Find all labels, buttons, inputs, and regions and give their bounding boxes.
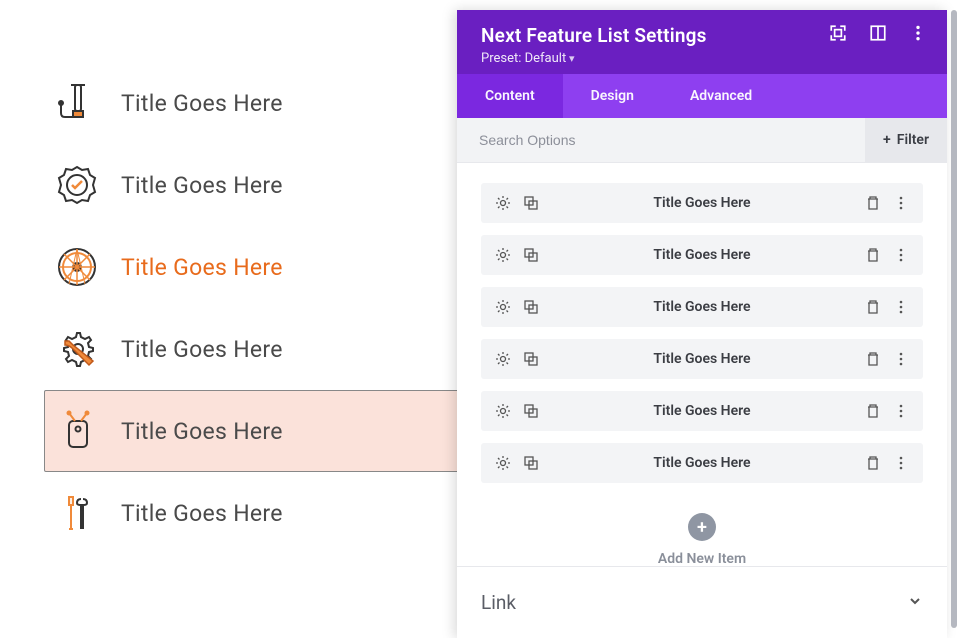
trash-icon[interactable] bbox=[865, 247, 881, 263]
wheel-icon bbox=[55, 245, 99, 289]
settings-panel: Next Feature List Settings Preset: Defau… bbox=[457, 10, 947, 638]
row-title: Title Goes Here bbox=[539, 195, 865, 211]
tab-advanced[interactable]: Advanced bbox=[662, 74, 780, 118]
row-title: Title Goes Here bbox=[539, 351, 865, 367]
feature-item[interactable]: Title Goes Here bbox=[44, 390, 464, 472]
row-title: Title Goes Here bbox=[539, 455, 865, 471]
more-vertical-icon[interactable] bbox=[909, 24, 927, 42]
filter-button[interactable]: + Filter bbox=[865, 118, 947, 162]
list-row[interactable]: Title Goes Here bbox=[481, 183, 923, 223]
more-vertical-icon[interactable] bbox=[893, 403, 909, 419]
plus-icon: + bbox=[883, 132, 891, 148]
preset-selector[interactable]: Preset: Default bbox=[481, 51, 923, 66]
row-title: Title Goes Here bbox=[539, 247, 865, 263]
trash-icon[interactable] bbox=[865, 351, 881, 367]
more-vertical-icon[interactable] bbox=[893, 247, 909, 263]
panel-body: Title Goes Here Title Goes Here Title bbox=[457, 163, 947, 566]
panel-tabs: Content Design Advanced bbox=[457, 74, 947, 118]
list-row[interactable]: Title Goes Here bbox=[481, 443, 923, 483]
pump-icon bbox=[55, 81, 99, 125]
list-row[interactable]: Title Goes Here bbox=[481, 235, 923, 275]
search-input[interactable] bbox=[457, 118, 865, 162]
trash-icon[interactable] bbox=[865, 455, 881, 471]
gift-tag-icon bbox=[55, 409, 99, 453]
duplicate-icon[interactable] bbox=[523, 247, 539, 263]
filter-label: Filter bbox=[897, 132, 929, 148]
feature-item-label: Title Goes Here bbox=[121, 336, 283, 363]
feature-item-label: Title Goes Here bbox=[121, 418, 283, 445]
gear-icon[interactable] bbox=[495, 455, 511, 471]
more-vertical-icon[interactable] bbox=[893, 195, 909, 211]
feature-item[interactable]: Title Goes Here bbox=[44, 226, 464, 308]
search-bar: + Filter bbox=[457, 118, 947, 163]
gear-icon[interactable] bbox=[495, 247, 511, 263]
gear-icon[interactable] bbox=[495, 195, 511, 211]
row-title: Title Goes Here bbox=[539, 299, 865, 315]
gear-wrench-icon bbox=[55, 327, 99, 371]
feature-item-label: Title Goes Here bbox=[121, 254, 283, 281]
more-vertical-icon[interactable] bbox=[893, 455, 909, 471]
more-vertical-icon[interactable] bbox=[893, 299, 909, 315]
tools-icon bbox=[55, 491, 99, 535]
list-row[interactable]: Title Goes Here bbox=[481, 287, 923, 327]
feature-list-preview: Title Goes Here Title Goes Here bbox=[44, 62, 464, 554]
list-row[interactable]: Title Goes Here bbox=[481, 391, 923, 431]
trash-icon[interactable] bbox=[865, 299, 881, 315]
link-section[interactable]: Link bbox=[457, 566, 947, 638]
feature-item[interactable]: Title Goes Here bbox=[44, 472, 464, 554]
feature-item-label: Title Goes Here bbox=[121, 90, 283, 117]
feature-item[interactable]: Title Goes Here bbox=[44, 62, 464, 144]
feature-item[interactable]: Title Goes Here bbox=[44, 308, 464, 390]
tab-design[interactable]: Design bbox=[563, 74, 662, 118]
tab-content[interactable]: Content bbox=[457, 74, 563, 118]
link-section-title: Link bbox=[481, 591, 516, 614]
badge-check-icon bbox=[55, 163, 99, 207]
feature-item-label: Title Goes Here bbox=[121, 172, 283, 199]
add-item-section: + Add New Item bbox=[481, 495, 923, 566]
expand-icon[interactable] bbox=[829, 24, 847, 42]
gear-icon[interactable] bbox=[495, 351, 511, 367]
duplicate-icon[interactable] bbox=[523, 455, 539, 471]
columns-icon[interactable] bbox=[869, 24, 887, 42]
chevron-down-icon bbox=[907, 593, 923, 613]
row-title: Title Goes Here bbox=[539, 403, 865, 419]
duplicate-icon[interactable] bbox=[523, 195, 539, 211]
more-vertical-icon[interactable] bbox=[893, 351, 909, 367]
duplicate-icon[interactable] bbox=[523, 351, 539, 367]
panel-header: Next Feature List Settings Preset: Defau… bbox=[457, 10, 947, 74]
gear-icon[interactable] bbox=[495, 299, 511, 315]
scrollbar[interactable] bbox=[951, 10, 957, 628]
duplicate-icon[interactable] bbox=[523, 299, 539, 315]
duplicate-icon[interactable] bbox=[523, 403, 539, 419]
add-item-label: Add New Item bbox=[481, 551, 923, 566]
add-item-button[interactable]: + bbox=[688, 513, 716, 541]
feature-item-label: Title Goes Here bbox=[121, 500, 283, 527]
trash-icon[interactable] bbox=[865, 403, 881, 419]
trash-icon[interactable] bbox=[865, 195, 881, 211]
feature-item[interactable]: Title Goes Here bbox=[44, 144, 464, 226]
gear-icon[interactable] bbox=[495, 403, 511, 419]
list-row[interactable]: Title Goes Here bbox=[481, 339, 923, 379]
